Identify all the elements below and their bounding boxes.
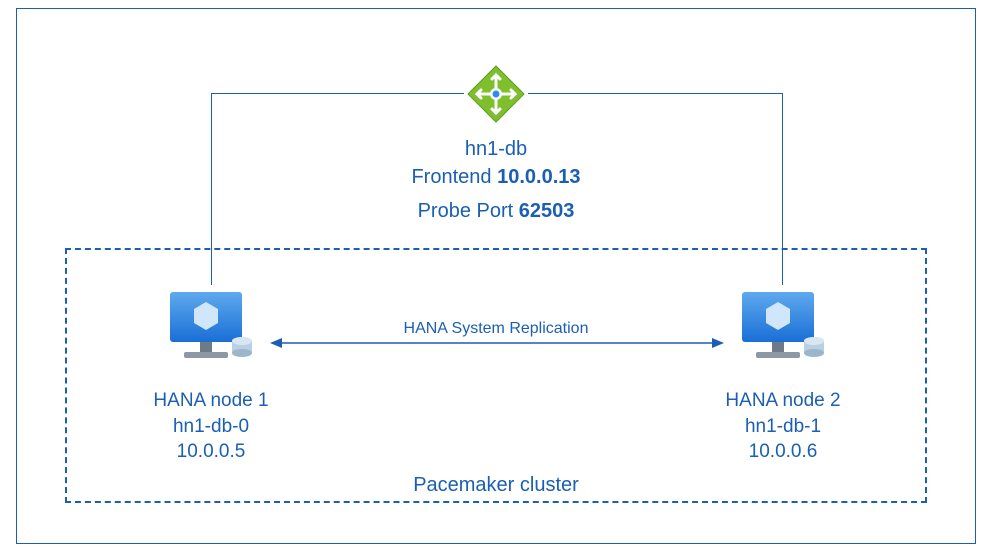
connector-lb-to-node2-h <box>528 93 783 94</box>
connector-lb-to-node1-h <box>211 93 464 94</box>
frontend-label: Frontend <box>411 166 491 188</box>
replication-arrow <box>270 335 724 351</box>
node2-hostname: hn1-db-1 <box>693 414 873 440</box>
node2-text: HANA node 2 hn1-db-1 10.0.0.6 <box>693 388 873 465</box>
probe-port: 62503 <box>519 200 575 222</box>
probe-label: Probe Port <box>418 200 514 222</box>
node1-hostname: hn1-db-0 <box>121 414 301 440</box>
load-balancer-probe: Probe Port 62503 <box>0 200 992 223</box>
node1-title: HANA node 1 <box>121 388 301 414</box>
load-balancer-icon <box>466 64 526 124</box>
pacemaker-cluster-label: Pacemaker cluster <box>0 474 992 497</box>
vm-icon-node2 <box>738 290 828 368</box>
load-balancer-name: hn1-db <box>0 138 992 161</box>
node1-ip: 10.0.0.5 <box>121 439 301 465</box>
node2-title: HANA node 2 <box>693 388 873 414</box>
node1-text: HANA node 1 hn1-db-0 10.0.0.5 <box>121 388 301 465</box>
vm-icon-node1 <box>166 290 256 368</box>
node2-ip: 10.0.0.6 <box>693 439 873 465</box>
load-balancer-frontend: Frontend 10.0.0.13 <box>0 166 992 189</box>
frontend-ip: 10.0.0.13 <box>497 166 580 188</box>
